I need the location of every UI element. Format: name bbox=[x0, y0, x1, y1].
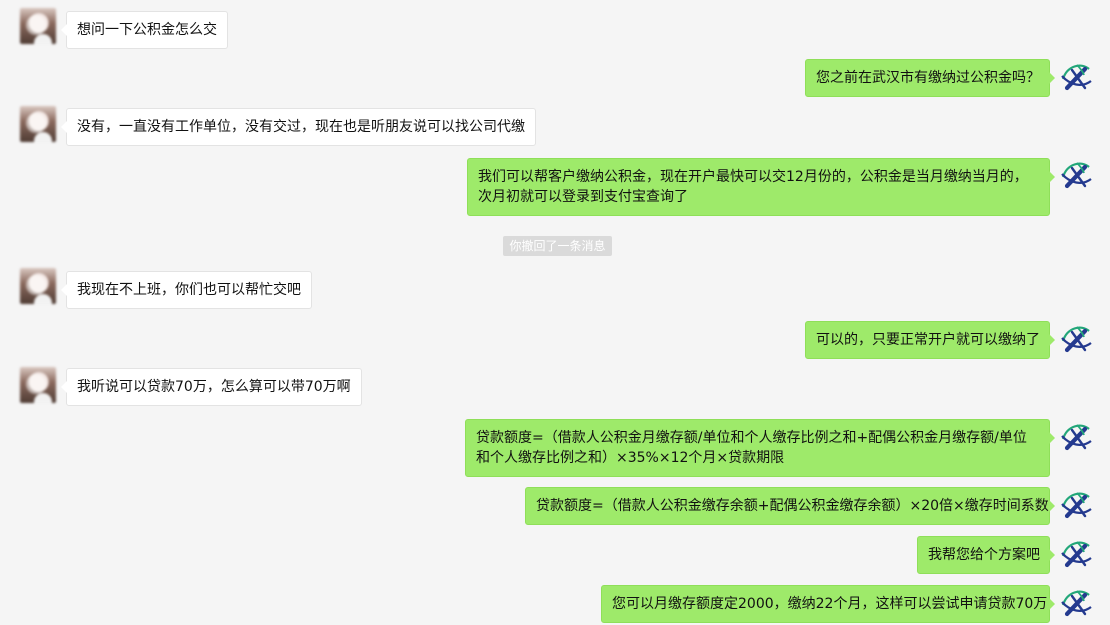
user-avatar-icon[interactable] bbox=[20, 268, 56, 304]
recalled-message-notice: 你撤回了一条消息 bbox=[503, 236, 612, 256]
message-bubble-received[interactable]: 我听说可以贷款70万，怎么算可以带70万啊 bbox=[61, 368, 362, 406]
company-logo-icon[interactable] bbox=[1058, 536, 1094, 572]
company-logo-icon[interactable] bbox=[1058, 585, 1094, 621]
message-bubble-sent[interactable]: 贷款额度=（借款人公积金月缴存额/单位和个人缴存比例之和+配偶公积金月缴存额/单… bbox=[465, 419, 1055, 477]
user-avatar-icon[interactable] bbox=[20, 8, 56, 44]
company-logo-icon[interactable] bbox=[1058, 59, 1094, 95]
message-bubble-received[interactable]: 没有，一直没有工作单位，没有交过，现在也是听朋友说可以找公司代缴 bbox=[61, 108, 536, 146]
message-bubble-sent[interactable]: 我们可以帮客户缴纳公积金，现在开户最快可以交12月份的，公积金是当月缴纳当月的，… bbox=[467, 158, 1055, 216]
user-avatar-icon[interactable] bbox=[20, 106, 56, 142]
message-bubble-sent[interactable]: 贷款额度=（借款人公积金缴存余额+配偶公积金缴存余额）×20倍×缴存时间系数 bbox=[525, 487, 1055, 525]
message-bubble-sent[interactable]: 您可以月缴存额度定2000，缴纳22个月，这样可以尝试申请贷款70万 bbox=[601, 585, 1055, 623]
company-logo-icon[interactable] bbox=[1058, 157, 1094, 193]
message-bubble-sent[interactable]: 可以的，只要正常开户就可以缴纳了 bbox=[805, 321, 1055, 359]
message-bubble-received[interactable]: 想问一下公积金怎么交 bbox=[61, 11, 228, 49]
company-logo-icon[interactable] bbox=[1058, 419, 1094, 455]
message-bubble-received[interactable]: 我现在不上班，你们也可以帮忙交吧 bbox=[61, 271, 312, 309]
message-bubble-sent[interactable]: 我帮您给个方案吧 bbox=[917, 536, 1055, 574]
company-logo-icon[interactable] bbox=[1058, 321, 1094, 357]
chat-window: 想问一下公积金怎么交 您之前在武汉市有缴纳过公积金吗？ 没有，一直没有工作单位，… bbox=[0, 0, 1110, 625]
message-bubble-sent[interactable]: 您之前在武汉市有缴纳过公积金吗？ bbox=[805, 59, 1055, 97]
user-avatar-icon[interactable] bbox=[20, 367, 56, 403]
company-logo-icon[interactable] bbox=[1058, 487, 1094, 523]
